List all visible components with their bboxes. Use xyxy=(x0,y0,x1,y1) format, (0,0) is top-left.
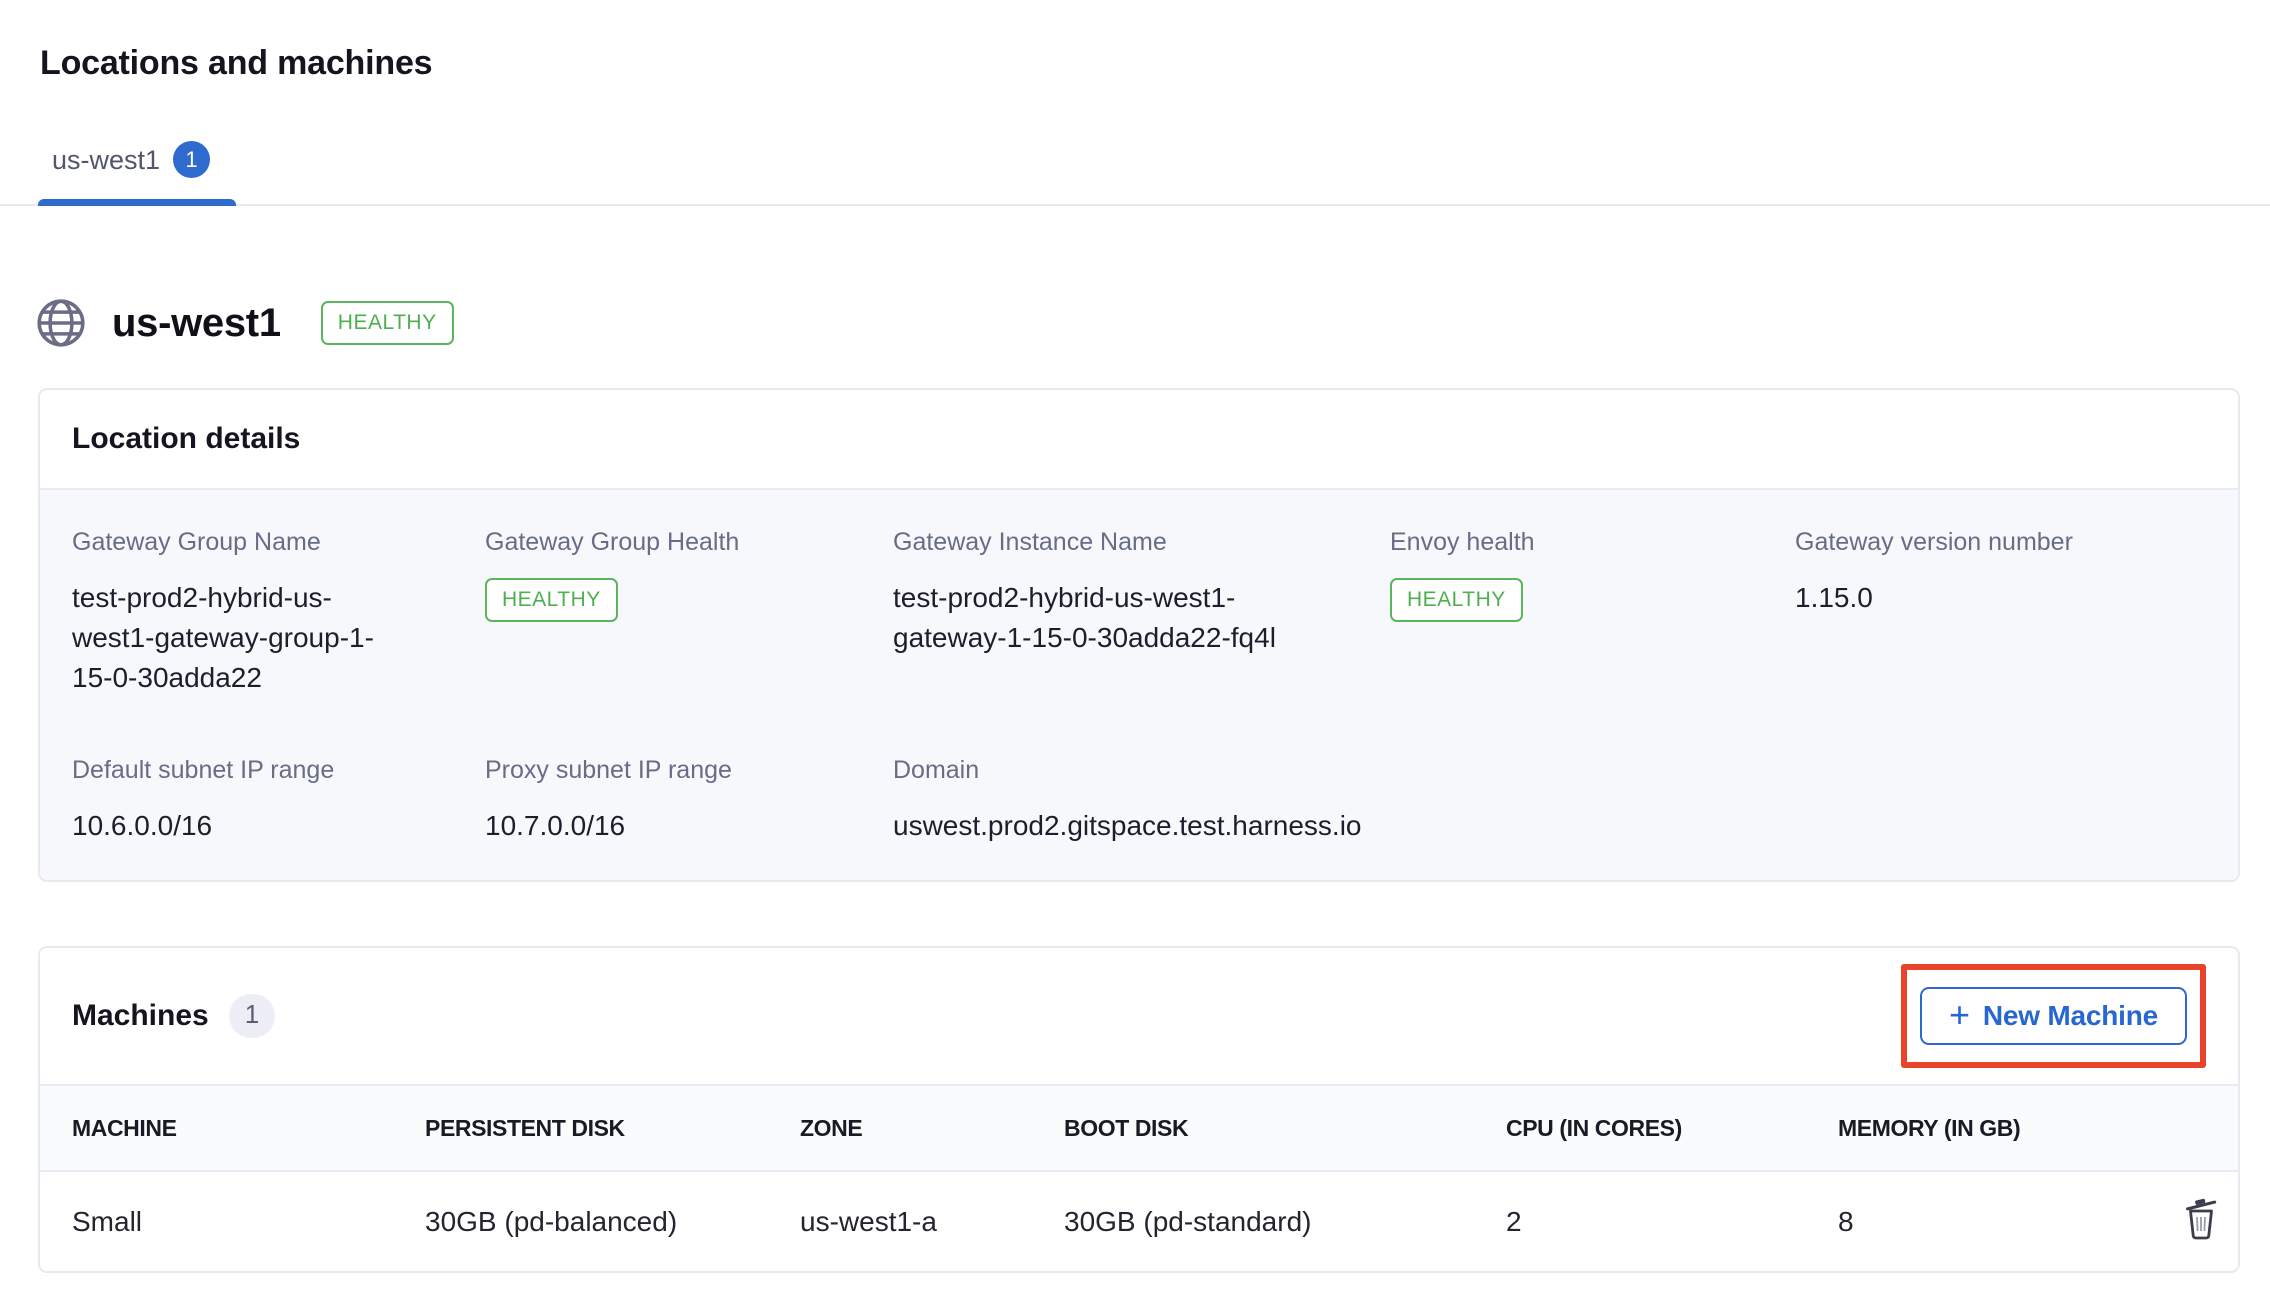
field-default-subnet: Default subnet IP range 10.6.0.0/16 xyxy=(72,754,485,846)
delete-machine-button[interactable] xyxy=(2182,1196,2218,1240)
annotation-highlight-box: + New Machine xyxy=(1901,964,2206,1068)
trash-icon xyxy=(2182,1196,2218,1240)
field-label: Proxy subnet IP range xyxy=(485,754,893,786)
field-label: Domain xyxy=(893,754,1390,786)
globe-icon xyxy=(34,296,88,350)
tab-count-badge: 1 xyxy=(173,141,210,178)
cell-memory: 8 xyxy=(1838,1171,2182,1271)
location-details-card: Location details Gateway Group Name test… xyxy=(38,388,2240,882)
cell-actions xyxy=(2182,1171,2238,1271)
machines-header: Machines 1 + New Machine xyxy=(40,948,2238,1084)
cell-cpu: 2 xyxy=(1506,1171,1838,1271)
new-machine-label: New Machine xyxy=(1983,1000,2158,1032)
field-label: Gateway version number xyxy=(1795,526,2206,558)
location-details-header: Location details xyxy=(40,390,2238,490)
field-value: 1.15.0 xyxy=(1795,578,2206,618)
tab-label: us-west1 xyxy=(52,142,160,178)
location-details-body: Gateway Group Name test-prod2-hybrid-us-… xyxy=(40,490,2238,880)
col-memory: MEMORY (IN GB) xyxy=(1838,1085,2182,1171)
table-row: Small 30GB (pd-balanced) us-west1-a 30GB… xyxy=(40,1171,2238,1271)
machines-table-header-row: MACHINE PERSISTENT DISK ZONE BOOT DISK C… xyxy=(40,1085,2238,1171)
cell-zone: us-west1-a xyxy=(800,1171,1064,1271)
machines-card: Machines 1 + New Machine MACHINE PERSIST… xyxy=(38,946,2240,1273)
details-row-1: Gateway Group Name test-prod2-hybrid-us-… xyxy=(72,526,2206,698)
field-value: test-prod2-hybrid-us-west1-gateway-group… xyxy=(72,578,485,698)
field-value: 10.7.0.0/16 xyxy=(485,806,893,846)
field-label: Envoy health xyxy=(1390,526,1795,558)
field-gateway-version: Gateway version number 1.15.0 xyxy=(1795,526,2206,698)
col-cpu: CPU (IN CORES) xyxy=(1506,1085,1838,1171)
field-value: uswest.prod2.gitspace.test.harness.io xyxy=(893,806,1390,846)
field-value: 10.6.0.0/16 xyxy=(72,806,485,846)
field-domain: Domain uswest.prod2.gitspace.test.harnes… xyxy=(893,754,1390,846)
health-badge: HEALTHY xyxy=(1390,578,1523,622)
field-label: Gateway Instance Name xyxy=(893,526,1390,558)
cell-boot-disk: 30GB (pd-standard) xyxy=(1064,1171,1506,1271)
field-gateway-group-name: Gateway Group Name test-prod2-hybrid-us-… xyxy=(72,526,485,698)
col-boot-disk: BOOT DISK xyxy=(1064,1085,1506,1171)
page-title: Locations and machines xyxy=(40,44,2240,83)
cell-persistent-disk: 30GB (pd-balanced) xyxy=(425,1171,800,1271)
col-machine: MACHINE xyxy=(40,1085,425,1171)
field-gateway-group-health: Gateway Group Health HEALTHY xyxy=(485,526,893,698)
location-header: us-west1 HEALTHY xyxy=(38,296,2240,350)
locations-page: Locations and machines us-west1 1 us-wes… xyxy=(0,0,2270,1273)
new-machine-button[interactable]: + New Machine xyxy=(1920,987,2187,1045)
location-tabs: us-west1 1 xyxy=(0,141,2270,206)
machines-title-wrap: Machines 1 xyxy=(72,994,275,1037)
location-details-title: Location details xyxy=(72,422,300,456)
details-row-2: Default subnet IP range 10.6.0.0/16 Prox… xyxy=(72,754,2206,846)
col-actions xyxy=(2182,1085,2238,1171)
field-label: Gateway Group Health xyxy=(485,526,893,558)
location-name: us-west1 xyxy=(112,301,281,346)
field-gateway-instance-name: Gateway Instance Name test-prod2-hybrid-… xyxy=(893,526,1390,698)
location-status-badge: HEALTHY xyxy=(321,301,454,345)
col-zone: ZONE xyxy=(800,1085,1064,1171)
field-envoy-health: Envoy health HEALTHY xyxy=(1390,526,1795,698)
machines-table: MACHINE PERSISTENT DISK ZONE BOOT DISK C… xyxy=(40,1084,2238,1271)
field-label: Default subnet IP range xyxy=(72,754,485,786)
field-label: Gateway Group Name xyxy=(72,526,485,558)
field-proxy-subnet: Proxy subnet IP range 10.7.0.0/16 xyxy=(485,754,893,846)
machines-count-badge: 1 xyxy=(229,994,275,1037)
col-persistent-disk: PERSISTENT DISK xyxy=(425,1085,800,1171)
tab-us-west1[interactable]: us-west1 1 xyxy=(38,141,236,204)
health-badge: HEALTHY xyxy=(485,578,618,622)
field-value: test-prod2-hybrid-us-west1-gateway-1-15-… xyxy=(893,578,1390,658)
plus-icon: + xyxy=(1949,997,1970,1033)
machines-title: Machines xyxy=(72,999,209,1033)
cell-machine: Small xyxy=(40,1171,425,1271)
